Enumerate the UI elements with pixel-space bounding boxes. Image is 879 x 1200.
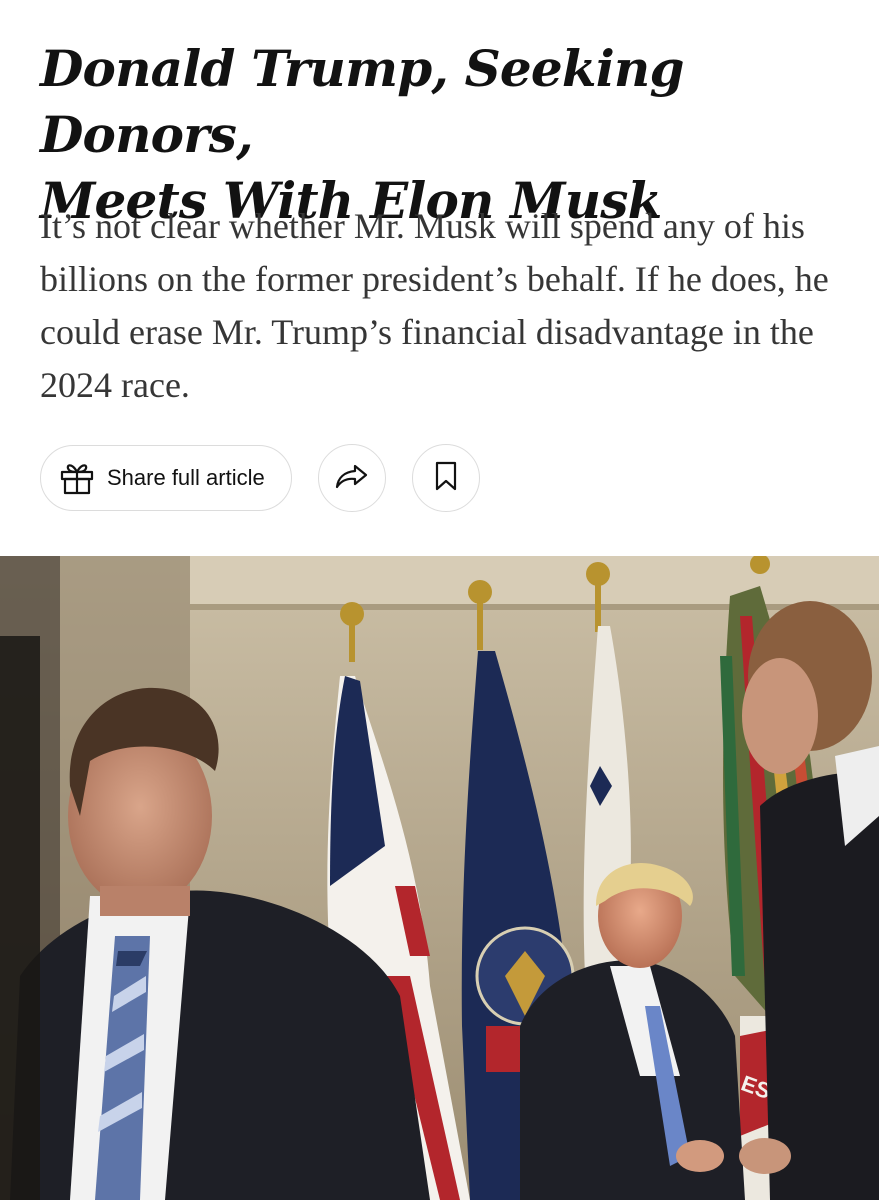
- headline-line-1: Donald Trump, Seeking Donors,: [40, 39, 684, 164]
- share-full-article-button[interactable]: Share full article: [40, 445, 292, 511]
- article-photo: ES: [0, 556, 879, 1200]
- photo-illustration: ES: [0, 556, 879, 1200]
- foreground-shoulder: [0, 636, 40, 1200]
- article-summary: It’s not clear whether Mr. Musk will spe…: [40, 206, 829, 405]
- share-button[interactable]: [318, 444, 386, 512]
- save-button[interactable]: [412, 444, 480, 512]
- gift-icon: [57, 458, 97, 498]
- share-full-article-label: Share full article: [107, 465, 265, 490]
- bookmark-icon: [435, 461, 457, 495]
- article-action-bar: Share full article: [40, 444, 480, 512]
- share-arrow-icon: [335, 463, 369, 493]
